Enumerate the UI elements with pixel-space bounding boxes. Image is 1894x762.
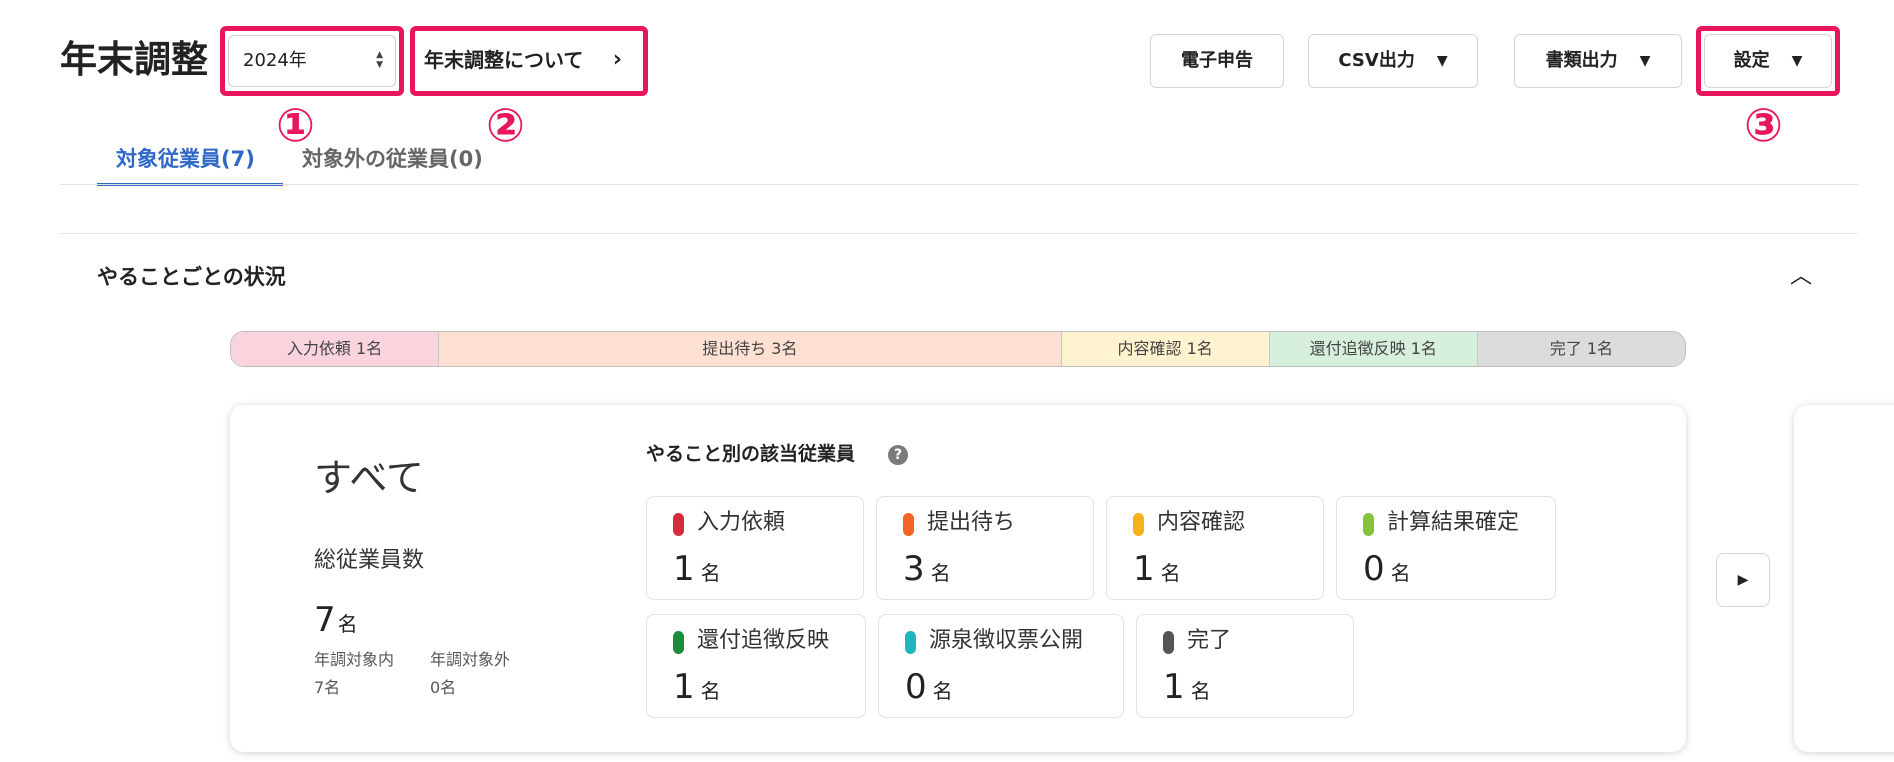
status-dot — [1133, 513, 1144, 536]
task-value: 1名 — [673, 547, 721, 595]
task-value: 3名 — [903, 547, 951, 595]
caret-down-icon: ▼ — [1436, 53, 1448, 69]
callout-box-1 — [220, 26, 404, 96]
task-value: 0名 — [905, 665, 953, 713]
out-scope-label: 年調対象外 — [430, 650, 511, 669]
status-dot — [673, 631, 684, 654]
task-value: 1名 — [1163, 665, 1211, 713]
task-unit: 名 — [932, 679, 953, 703]
status-dot — [1363, 513, 1374, 536]
task-unit: 名 — [700, 679, 721, 703]
callout-box-2 — [410, 26, 648, 96]
efile-button[interactable]: 電子申告 — [1150, 34, 1284, 88]
docs-label: 書類出力 — [1545, 50, 1618, 71]
task-label: 完了 — [1187, 628, 1232, 653]
task-label: 入力依頼 — [697, 510, 786, 535]
task-unit: 名 — [930, 561, 951, 585]
caret-down-icon: ▼ — [1791, 53, 1803, 69]
task-tile-input-request[interactable]: 入力依頼 1名 — [646, 496, 864, 600]
status-dot — [905, 631, 916, 654]
tab-non-target-employees[interactable]: 対象外の従業員(0) — [302, 144, 483, 174]
task-unit: 名 — [700, 561, 721, 585]
task-label: 源泉徴収票公開 — [929, 628, 1084, 653]
task-unit: 名 — [1160, 561, 1181, 585]
task-count: 1 — [1133, 549, 1155, 589]
play-right-icon[interactable]: ▶ — [1716, 553, 1770, 607]
task-count: 1 — [673, 549, 695, 589]
status-dot — [903, 513, 914, 536]
summary-title: すべて — [314, 456, 424, 500]
task-unit: 名 — [1390, 561, 1411, 585]
task-count: 0 — [1363, 549, 1385, 589]
efile-label: 電子申告 — [1181, 50, 1253, 71]
task-tile-waiting-submission[interactable]: 提出待ち 3名 — [876, 496, 1094, 600]
task-unit: 名 — [1190, 679, 1211, 703]
task-value: 0名 — [1363, 547, 1411, 595]
callout-number-2: ② — [486, 98, 525, 152]
progress-segment-completed: 完了 1名 — [1477, 332, 1685, 366]
task-tile-calc-confirmed[interactable]: 計算結果確定 0名 — [1336, 496, 1556, 600]
caret-down-icon: ▼ — [1639, 53, 1651, 69]
task-tile-refund-adjust[interactable]: 還付追徴反映 1名 — [646, 614, 866, 718]
status-progress-bar: 入力依頼 1名 提出待ち 3名 内容確認 1名 還付追徴反映 1名 完了 1名 — [230, 331, 1686, 367]
out-scope-value: 0名 — [430, 678, 457, 697]
total-employees-label: 総従業員数 — [314, 548, 425, 573]
task-value: 1名 — [1133, 547, 1181, 595]
page-title: 年末調整 — [60, 38, 208, 81]
next-card-peek — [1794, 405, 1894, 752]
total-employees-value: 7名 — [314, 598, 358, 646]
callout-number-1: ① — [276, 98, 315, 152]
csv-label: CSV出力 — [1338, 50, 1415, 71]
total-count: 7 — [314, 600, 336, 640]
status-dot — [1163, 631, 1174, 654]
task-count: 1 — [673, 667, 695, 707]
question-circle-icon[interactable]: ? — [888, 445, 908, 465]
task-label: 還付追徴反映 — [697, 628, 830, 653]
total-unit: 名 — [337, 612, 358, 636]
progress-segment-refund-adjust: 還付追徴反映 1名 — [1269, 332, 1478, 366]
task-count: 3 — [903, 549, 925, 589]
documents-export-button[interactable]: 書類出力 ▼ — [1514, 34, 1682, 88]
task-tile-withholding-publish[interactable]: 源泉徴収票公開 0名 — [878, 614, 1124, 718]
task-label: 内容確認 — [1157, 510, 1246, 535]
section-divider — [60, 233, 1858, 234]
task-count: 1 — [1163, 667, 1185, 707]
by-task-title: やること別の該当従業員 — [646, 443, 856, 465]
task-count: 0 — [905, 667, 927, 707]
progress-segment-input-request: 入力依頼 1名 — [231, 332, 440, 366]
task-value: 1名 — [673, 665, 721, 713]
progress-segment-waiting-submission: 提出待ち 3名 — [439, 332, 1062, 366]
progress-segment-content-review: 内容確認 1名 — [1061, 332, 1270, 366]
settings-button[interactable]: 設定 ▼ — [1704, 34, 1832, 88]
tab-divider — [60, 184, 1858, 185]
in-scope-value: 7名 — [314, 678, 341, 697]
chevron-up-icon[interactable]: ︿ — [1790, 262, 1812, 292]
settings-label: 設定 — [1733, 50, 1770, 71]
tab-target-employees[interactable]: 対象従業員(7) — [116, 144, 255, 174]
task-label: 計算結果確定 — [1387, 510, 1520, 535]
status-dot — [673, 513, 684, 536]
callout-number-3: ③ — [1744, 98, 1783, 152]
task-tile-content-review[interactable]: 内容確認 1名 — [1106, 496, 1324, 600]
task-label: 提出待ち — [927, 510, 1016, 535]
task-tile-completed[interactable]: 完了 1名 — [1136, 614, 1354, 718]
section-title: やることごとの状況 — [97, 265, 286, 289]
csv-export-button[interactable]: CSV出力 ▼ — [1308, 34, 1478, 88]
in-scope-label: 年調対象内 — [314, 650, 395, 669]
